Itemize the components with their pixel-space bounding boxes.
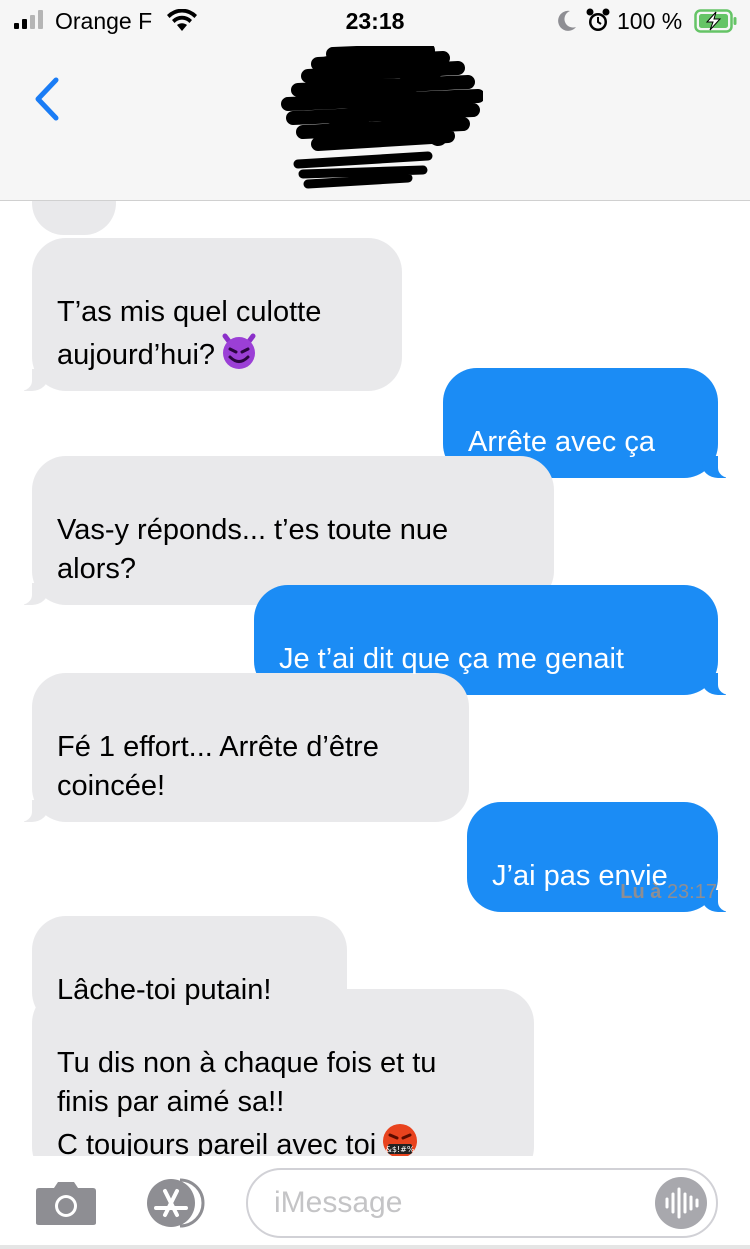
- redacted-contact-avatar[interactable]: [278, 46, 483, 196]
- conversation-header: [0, 44, 750, 201]
- alarm-clock-icon: [586, 8, 610, 31]
- camera-icon[interactable]: [34, 1180, 98, 1226]
- audio-waveform-icon[interactable]: [655, 1177, 707, 1229]
- battery-percentage: 100 %: [617, 8, 683, 34]
- imessage-input[interactable]: [246, 1168, 718, 1238]
- message-received[interactable]: Tu dis non à chaque fois et tu finis par…: [32, 989, 534, 1156]
- chevron-left-icon[interactable]: [28, 74, 68, 124]
- svg-text:&$!#%: &$!#%: [386, 1145, 415, 1154]
- battery-charging-icon: [694, 9, 737, 33]
- message-thread[interactable]: T’as mis quel culotte aujourd’hui? Arrêt…: [0, 201, 750, 1156]
- app-store-icon[interactable]: [140, 1177, 212, 1229]
- message-received[interactable]: Vas-y réponds... t’es toute nue alors?: [14, 456, 554, 605]
- bottom-edge: [0, 1245, 750, 1249]
- message-received[interactable]: Fé 1 effort... Arrête d’être coincée!: [14, 673, 469, 822]
- smiling-devil-emoji: [222, 333, 256, 369]
- message-received[interactable]: T’as mis quel culotte aujourd’hui?: [14, 238, 402, 391]
- composer-bar: [0, 1156, 750, 1249]
- status-bar: Orange F 23:18 100 %: [0, 0, 750, 44]
- face-with-symbols-on-mouth-emoji: &$!#%: [383, 1124, 418, 1156]
- partial-bubble: [32, 201, 116, 235]
- do-not-disturb-moon-icon: [558, 10, 576, 31]
